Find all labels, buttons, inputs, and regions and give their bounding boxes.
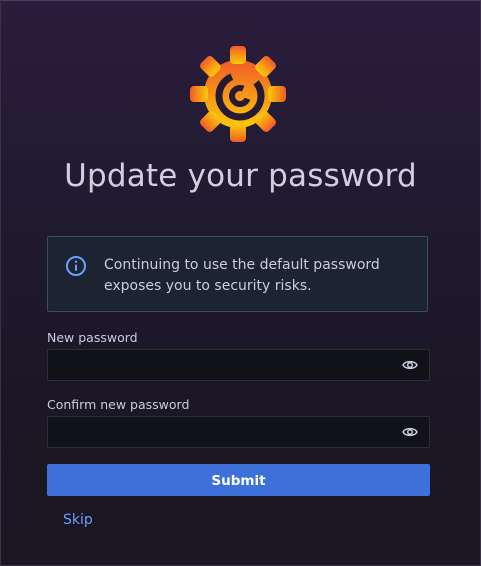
submit-button[interactable]: Submit xyxy=(47,464,430,496)
grafana-logo-icon xyxy=(190,40,286,144)
new-password-label: New password xyxy=(47,330,138,345)
skip-link[interactable]: Skip xyxy=(63,512,93,528)
confirm-password-input[interactable] xyxy=(48,417,404,447)
eye-icon[interactable] xyxy=(402,358,418,372)
info-circle-icon xyxy=(66,256,86,276)
confirm-password-field[interactable] xyxy=(47,416,430,448)
info-alert: Continuing to use the default password e… xyxy=(47,236,428,312)
new-password-field[interactable] xyxy=(47,349,430,381)
confirm-password-label: Confirm new password xyxy=(47,397,190,412)
new-password-input[interactable] xyxy=(48,350,404,380)
eye-icon[interactable] xyxy=(402,425,418,439)
alert-message: Continuing to use the default password e… xyxy=(104,257,380,294)
page-title: Update your password xyxy=(64,158,417,194)
